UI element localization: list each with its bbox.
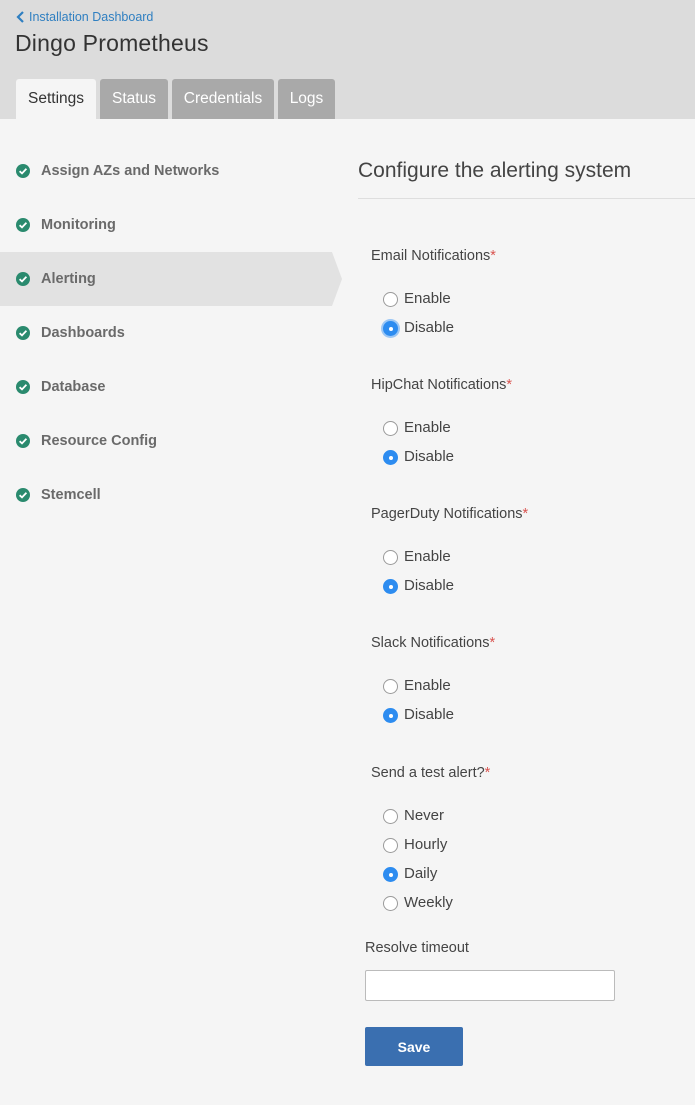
radio-button[interactable]: [383, 292, 398, 307]
required-mark: *: [522, 506, 529, 522]
radio-option-daily[interactable]: Daily: [383, 864, 437, 882]
check-circle-icon: [16, 272, 30, 286]
send-a-test-alert-group: Send a test alert?* Never Hourly Daily Weekl…: [371, 765, 671, 911]
sidebar-item-database[interactable]: Database: [0, 360, 332, 414]
hipchat-notifications-group: HipChat Notifications* Enable Disable: [371, 377, 671, 465]
radio-button[interactable]: [383, 867, 398, 882]
required-mark: *: [490, 248, 496, 264]
resolve-timeout-label: Resolve timeout: [365, 940, 469, 956]
radio-label: Enable: [404, 676, 451, 694]
radio-option-enable[interactable]: Enable: [383, 676, 451, 694]
radio-button[interactable]: [383, 809, 398, 824]
check-circle-icon: [16, 380, 30, 394]
sidebar-item-alerting[interactable]: Alerting: [0, 252, 342, 306]
sidebar-item-label: Monitoring: [41, 217, 116, 233]
sidebar-item-assign-azs-and-networks[interactable]: Assign AZs and Networks: [0, 144, 332, 198]
radio-button[interactable]: [383, 579, 398, 594]
check-circle-icon: [16, 326, 30, 340]
tab-settings[interactable]: Settings: [16, 79, 96, 119]
check-circle-icon: [16, 434, 30, 448]
radio-label: Hourly: [404, 835, 448, 853]
check-circle-icon: [16, 164, 30, 178]
group-label: HipChat Notifications*: [371, 377, 513, 393]
section-title: Configure the alerting system: [358, 159, 632, 182]
radio-option-disable[interactable]: Disable: [383, 447, 454, 465]
radio-label: Weekly: [404, 893, 453, 911]
back-link-label: Installation Dashboard: [29, 10, 154, 24]
sidebar-item-dashboards[interactable]: Dashboards: [0, 306, 332, 360]
sidebar-item-label: Alerting: [41, 271, 96, 287]
email-notifications-group: Email Notifications* Enable Disable: [371, 248, 671, 336]
check-circle-icon: [16, 488, 30, 502]
sidebar-item-label: Resource Config: [41, 433, 158, 449]
radio-label: Disable: [404, 318, 455, 336]
header: Installation Dashboard Dingo Prometheus …: [0, 0, 695, 119]
check-circle-icon: [16, 218, 30, 232]
sidebar-item-stemcell[interactable]: Stemcell: [0, 468, 332, 522]
slack-notifications-group: Slack Notifications* Enable Disable: [371, 635, 671, 723]
radio-button[interactable]: [383, 450, 398, 465]
radio-label: Disable: [404, 447, 455, 465]
radio-button[interactable]: [383, 550, 398, 565]
sidebar-item-label: Assign AZs and Networks: [41, 163, 220, 179]
radio-label: Enable: [404, 418, 451, 436]
radio-label: Disable: [404, 576, 455, 594]
group-label: Slack Notifications*: [371, 635, 496, 651]
radio-button[interactable]: [383, 896, 398, 911]
radio-button[interactable]: [383, 321, 398, 336]
sidebar-item-resource-config[interactable]: Resource Config: [0, 414, 332, 468]
radio-label: Disable: [404, 705, 455, 723]
radio-button[interactable]: [383, 838, 398, 853]
pagerduty-notifications-group: PagerDuty Notifications* Enable Disable: [371, 506, 671, 594]
sidebar: Assign AZs and Networks Monitoring Alertin…: [0, 144, 342, 522]
required-mark: *: [484, 765, 491, 781]
tab-bar: Settings Status Credentials Logs: [16, 79, 339, 119]
tab-status[interactable]: Status: [100, 79, 168, 119]
radio-option-never[interactable]: Never: [383, 806, 444, 824]
radio-label: Enable: [404, 289, 451, 307]
sidebar-item-label: Dashboards: [41, 325, 125, 341]
radio-option-weekly[interactable]: Weekly: [383, 893, 453, 911]
radio-option-disable[interactable]: Disable: [383, 318, 454, 336]
resolve-timeout-input[interactable]: [365, 970, 615, 1001]
back-link[interactable]: Installation Dashboard: [16, 10, 153, 24]
radio-label: Enable: [404, 547, 451, 565]
chevron-left-icon: [16, 11, 24, 23]
radio-button[interactable]: [383, 708, 398, 723]
radio-label: Never: [404, 806, 445, 824]
divider: [358, 198, 695, 199]
tab-credentials[interactable]: Credentials: [172, 79, 274, 119]
radio-button[interactable]: [383, 679, 398, 694]
required-mark: *: [489, 635, 496, 651]
radio-option-enable[interactable]: Enable: [383, 418, 451, 436]
sidebar-item-label: Database: [41, 379, 106, 395]
save-button[interactable]: Save: [365, 1027, 463, 1066]
group-label: Send a test alert?*: [371, 765, 491, 781]
radio-option-hourly[interactable]: Hourly: [383, 835, 447, 853]
group-label: Email Notifications*: [371, 248, 496, 264]
radio-option-disable[interactable]: Disable: [383, 705, 454, 723]
radio-button[interactable]: [383, 421, 398, 436]
group-label: PagerDuty Notifications*: [371, 506, 529, 522]
required-mark: *: [506, 377, 513, 393]
page-title: Dingo Prometheus: [15, 30, 209, 56]
sidebar-item-monitoring[interactable]: Monitoring: [0, 198, 332, 252]
radio-option-enable[interactable]: Enable: [383, 547, 451, 565]
radio-option-enable[interactable]: Enable: [383, 289, 451, 307]
main-panel: Configure the alerting system: [358, 144, 695, 199]
radio-label: Daily: [404, 864, 438, 882]
tab-logs[interactable]: Logs: [278, 79, 335, 119]
radio-option-disable[interactable]: Disable: [383, 576, 454, 594]
sidebar-item-label: Stemcell: [41, 487, 101, 503]
